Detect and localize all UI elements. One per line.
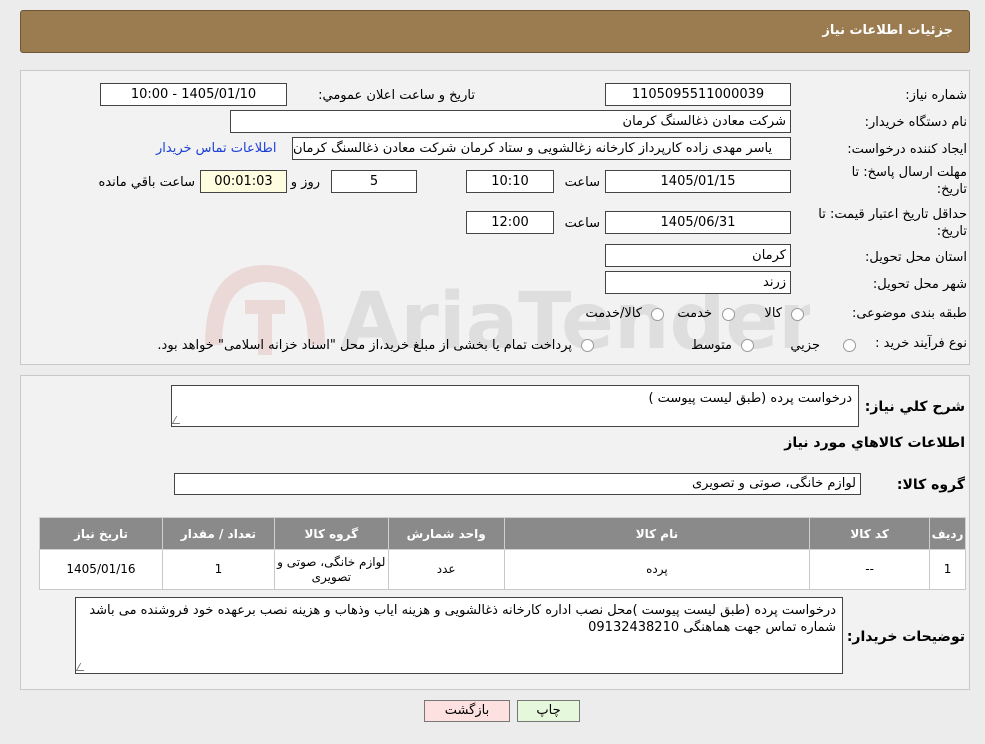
resize-grip-icon[interactable] — [76, 663, 89, 671]
col-unit: واحد شمارش — [387, 517, 505, 550]
remaining-label: ساعت باقي مانده — [98, 175, 195, 190]
col-quantity: تعداد / مقدار — [161, 517, 275, 550]
cell-need-date: 1405/01/16 — [39, 549, 163, 590]
col-row-number: رديف — [929, 517, 966, 550]
resize-grip-icon[interactable] — [172, 416, 185, 424]
remaining-time-field: 00:01:03 — [200, 170, 287, 193]
purchase-type-label: نوع فرآيند خريد : — [875, 336, 967, 351]
reply-deadline-label: مهلت ارسال پاسخ: تا تاريخ: — [852, 164, 967, 198]
category-option-service: خدمت — [677, 306, 712, 321]
buyer-org-field: شرکت معادن ذغالسنگ کرمان — [230, 110, 791, 133]
reply-deadline-label-line2: تاريخ: — [936, 182, 967, 197]
purchase-option-minor: جزيي — [790, 338, 820, 353]
buyer-notes-text: درخواست پرده (طبق لیست پیوست )محل نصب اد… — [89, 603, 836, 635]
price-validity-label-line2: تاريخ: — [936, 224, 967, 239]
province-label: استان محل تحويل: — [865, 250, 967, 265]
description-text: درخواست پرده (طبق لیست پیوست ) — [648, 391, 852, 406]
page-title: جزئيات اطلاعات نياز — [822, 23, 953, 38]
buyer-notes-label: توضيحات خريدار: — [846, 629, 965, 645]
reply-date-field: 1405/01/15 — [605, 170, 791, 193]
city-field: زرند — [605, 271, 791, 294]
cell-goods-code: -- — [809, 549, 931, 590]
goods-group-field: لوازم خانگی، صوتی و تصویری — [174, 473, 861, 495]
purchase-radio-minor[interactable] — [843, 339, 856, 352]
validity-time-label: ساعت — [564, 216, 600, 231]
city-label: شهر محل تحويل: — [872, 277, 967, 292]
buyer-notes-textarea[interactable]: درخواست پرده (طبق لیست پیوست )محل نصب اد… — [75, 597, 843, 674]
print-button[interactable]: چاپ — [517, 700, 580, 722]
requester-label: ايجاد کننده درخواست: — [847, 142, 967, 157]
days-and-label: روز و — [290, 175, 320, 190]
cell-goods-name: پرده — [503, 549, 811, 590]
col-goods-code: کد کالا — [809, 517, 931, 550]
page-header: جزئيات اطلاعات نياز — [20, 10, 970, 53]
col-goods-group: گروه کالا — [273, 517, 389, 550]
cell-row-number: 1 — [929, 549, 966, 590]
category-radio-goods-service[interactable] — [651, 308, 664, 321]
need-number-field: 1105095511000039 — [605, 83, 791, 106]
col-goods-name: نام کالا — [503, 517, 811, 550]
back-button[interactable]: بازگشت — [424, 700, 510, 722]
buyer-contact-link[interactable]: اطلاعات تماس خريدار — [156, 141, 276, 156]
remaining-days-field: 5 — [331, 170, 417, 193]
price-validity-label-line1: حداقل تاريخ اعتبار قيمت: تا — [818, 207, 967, 222]
goods-table-header-row: رديف کد کالا نام کالا واحد شمارش گروه کا… — [39, 517, 966, 550]
category-radio-goods[interactable] — [791, 308, 804, 321]
announce-datetime-label: تاريخ و ساعت اعلان عمومي: — [318, 88, 475, 103]
validity-date-field: 1405/06/31 — [605, 211, 791, 234]
purchase-note: پرداخت تمام يا بخشی از مبلغ خريد،از محل … — [157, 338, 572, 353]
category-radio-service[interactable] — [722, 308, 735, 321]
reply-time-label: ساعت — [564, 175, 600, 190]
category-option-goods-service: کالا/خدمت — [585, 306, 642, 321]
buyer-org-label: نام دستگاه خريدار: — [864, 115, 967, 130]
goods-table: رديف کد کالا نام کالا واحد شمارش گروه کا… — [39, 517, 966, 590]
category-option-goods: کالا — [764, 306, 782, 321]
category-label: طبقه بندی موضوعی: — [851, 306, 967, 321]
description-label: شرح کلي نياز: — [864, 399, 965, 415]
reply-time-field: 10:10 — [466, 170, 554, 193]
purchase-radio-treasury[interactable] — [581, 339, 594, 352]
purchase-radio-medium[interactable] — [741, 339, 754, 352]
cell-goods-group: لوازم خانگی، صوتی و تصویری — [273, 549, 389, 590]
reply-deadline-label-line1: مهلت ارسال پاسخ: تا — [851, 165, 967, 180]
price-validity-label: حداقل تاريخ اعتبار قيمت: تا تاريخ: — [818, 206, 967, 240]
goods-info-title: اطلاعات کالاهاي مورد نياز — [784, 435, 965, 451]
goods-group-label: گروه کالا: — [896, 477, 965, 493]
province-field: کرمان — [605, 244, 791, 267]
requester-field: یاسر مهدی زاده کارپرداز کارخانه زغالشویی… — [292, 137, 791, 160]
purchase-option-medium: متوسط — [691, 338, 732, 353]
validity-time-field: 12:00 — [466, 211, 554, 234]
need-number-label: شماره نياز: — [905, 88, 967, 103]
announce-datetime-field: 1405/01/10 - 10:00 — [100, 83, 287, 106]
table-row: 1 -- پرده عدد لوازم خانگی، صوتی و تصویری… — [39, 549, 966, 590]
cell-unit: عدد — [387, 549, 505, 590]
cell-quantity: 1 — [161, 549, 275, 590]
col-need-date: تاريخ نياز — [39, 517, 163, 550]
description-textarea[interactable]: درخواست پرده (طبق لیست پیوست ) — [171, 385, 859, 427]
